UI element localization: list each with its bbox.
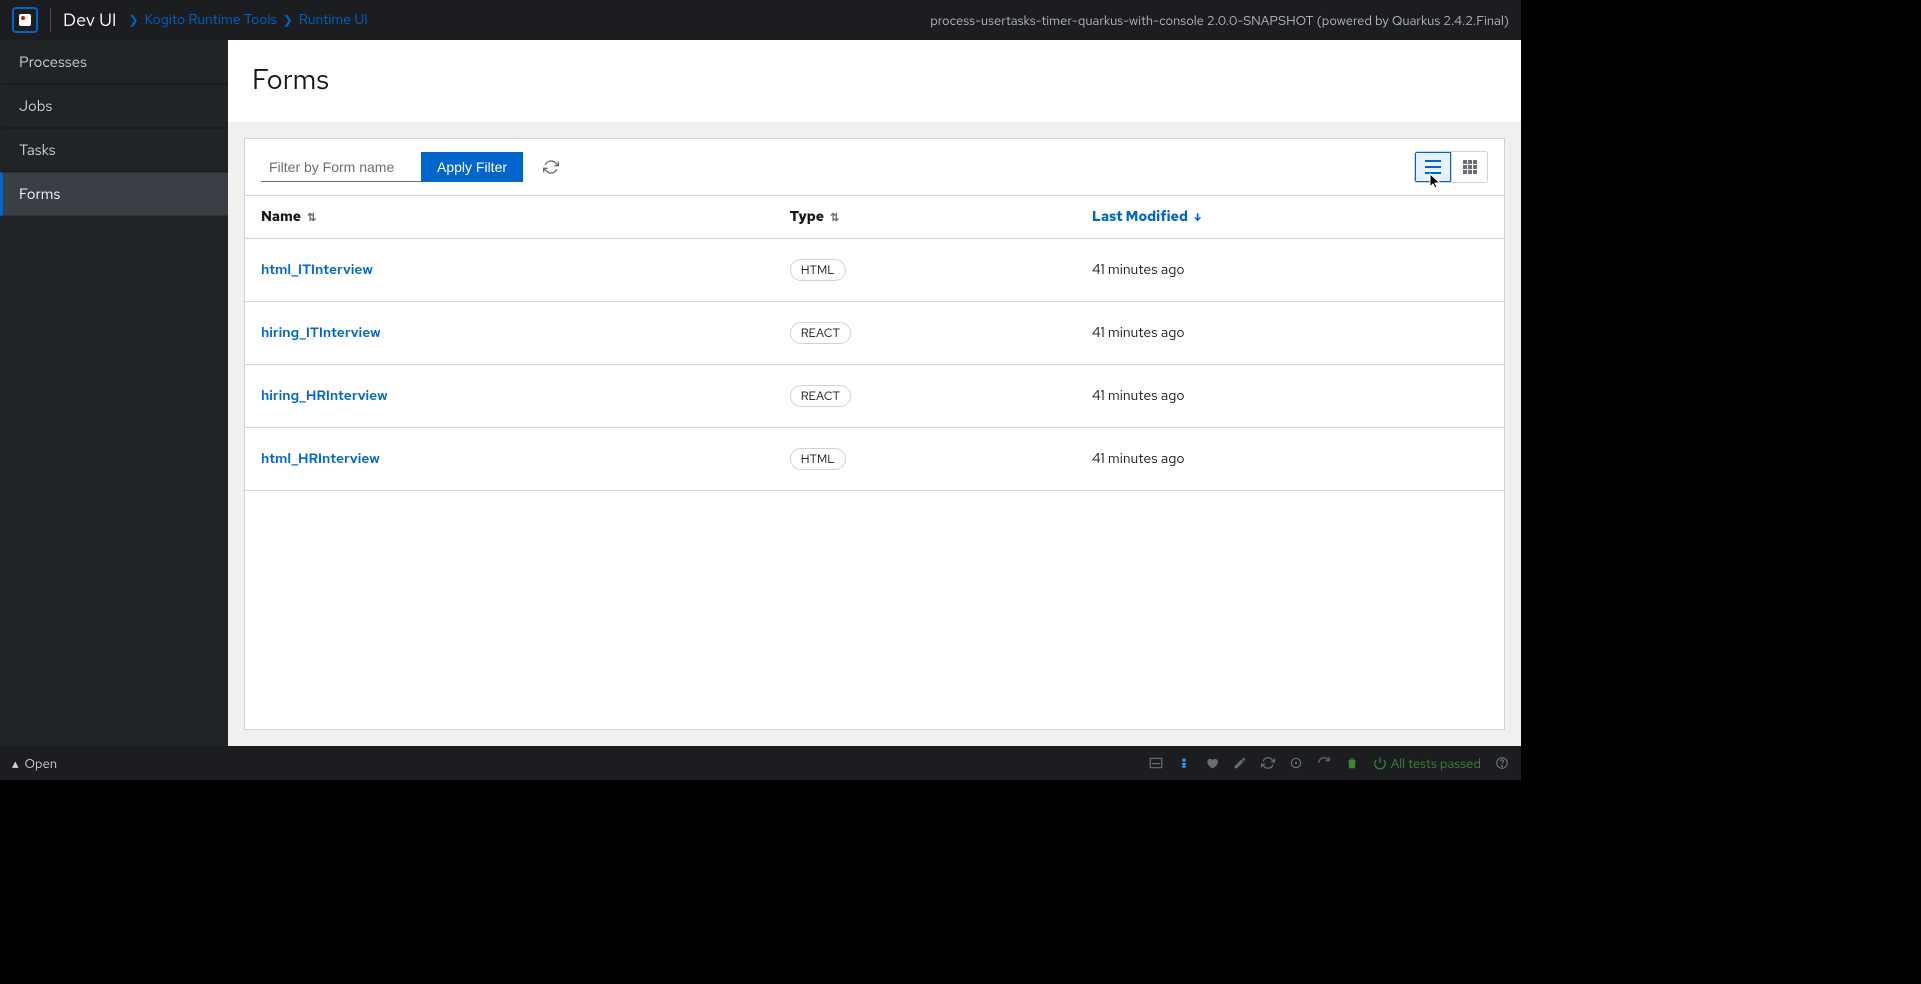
form-name-link[interactable]: html_ITInterview [261, 261, 373, 279]
breadcrumb: ❯ Kogito Runtime Tools ❯ Runtime UI [128, 11, 367, 29]
chevron-right-icon: ❯ [128, 12, 138, 28]
type-badge: HTML [790, 259, 846, 281]
brand-title: Dev UI [63, 9, 116, 32]
view-toggle [1414, 151, 1488, 183]
app-info: process-usertasks-timer-quarkus-with-con… [930, 12, 1509, 29]
filter-input[interactable] [261, 152, 421, 182]
sort-icon: ⇅ [307, 211, 316, 225]
table-row: html_ITInterview HTML 41 minutes ago [245, 239, 1504, 302]
divider [50, 8, 51, 32]
type-badge: REACT [790, 385, 851, 407]
grid-view-button[interactable] [1451, 152, 1487, 182]
person-icon[interactable] [1177, 756, 1191, 770]
sidebar-item-processes[interactable]: Processes [0, 40, 228, 84]
column-header-name[interactable]: Name⇅ [245, 196, 774, 239]
modified-cell: 41 minutes ago [1076, 428, 1504, 491]
sync-icon[interactable] [1261, 756, 1275, 770]
table-row: html_HRInterview HTML 41 minutes ago [245, 428, 1504, 491]
form-name-link[interactable]: html_HRInterview [261, 450, 380, 468]
form-name-link[interactable]: hiring_ITInterview [261, 324, 381, 342]
chevron-right-icon: ❯ [283, 12, 293, 28]
page-header: Forms [228, 40, 1521, 122]
sidebar-item-label: Processes [19, 52, 87, 72]
power-icon [1373, 756, 1387, 770]
refresh-button[interactable] [539, 155, 563, 179]
breadcrumb-link[interactable]: Kogito Runtime Tools [145, 11, 277, 29]
pencil-icon[interactable] [1233, 756, 1247, 770]
modified-cell: 41 minutes ago [1076, 365, 1504, 428]
target-icon[interactable] [1289, 756, 1303, 770]
form-name-link[interactable]: hiring_HRInterview [261, 387, 388, 405]
modified-cell: 41 minutes ago [1076, 239, 1504, 302]
heart-icon[interactable] [1205, 756, 1219, 770]
caret-up-icon: ▴ [12, 755, 19, 772]
main-content: Forms Apply Filter [228, 40, 1521, 746]
page-title: Forms [252, 60, 1497, 98]
table-row: hiring_ITInterview REACT 41 minutes ago [245, 302, 1504, 365]
forms-card: Apply Filter [244, 138, 1505, 730]
apply-filter-button[interactable]: Apply Filter [421, 152, 523, 182]
sidebar-item-forms[interactable]: Forms [0, 172, 228, 216]
forms-table: Name⇅ Type⇅ Last Modified↓ html_ITInterv… [245, 196, 1504, 491]
sidebar: Processes Jobs Tasks Forms [0, 40, 228, 746]
help-icon[interactable] [1495, 756, 1509, 770]
sidebar-item-tasks[interactable]: Tasks [0, 128, 228, 172]
open-label: Open [25, 755, 58, 772]
arrow-down-icon: ↓ [1194, 211, 1201, 225]
column-header-type[interactable]: Type⇅ [774, 196, 1076, 239]
open-panel-button[interactable]: ▴ Open [12, 755, 57, 772]
breadcrumb-link[interactable]: Runtime UI [299, 11, 368, 29]
tests-passed-label: All tests passed [1391, 755, 1481, 772]
top-header: Dev UI ❯ Kogito Runtime Tools ❯ Runtime … [0, 0, 1521, 40]
sort-icon: ⇅ [830, 211, 839, 225]
list-icon [1425, 160, 1441, 174]
status-bar: ▴ Open All tests passed [0, 746, 1521, 780]
sidebar-item-label: Tasks [19, 140, 56, 160]
table-row: hiring_HRInterview REACT 41 minutes ago [245, 365, 1504, 428]
sync-icon [543, 159, 559, 175]
type-badge: REACT [790, 322, 851, 344]
column-header-last-modified[interactable]: Last Modified↓ [1076, 196, 1504, 239]
modified-cell: 41 minutes ago [1076, 302, 1504, 365]
trash-icon[interactable] [1345, 756, 1359, 770]
quarkus-logo[interactable] [12, 7, 38, 33]
grid-icon [1463, 160, 1477, 174]
terminal-icon[interactable] [1149, 756, 1163, 770]
redo-icon[interactable] [1317, 756, 1331, 770]
sidebar-item-jobs[interactable]: Jobs [0, 84, 228, 128]
sidebar-item-label: Jobs [19, 96, 52, 116]
list-view-button[interactable] [1415, 152, 1451, 182]
sidebar-item-label: Forms [19, 184, 60, 204]
toolbar: Apply Filter [245, 139, 1504, 196]
type-badge: HTML [790, 448, 846, 470]
tests-passed-button[interactable]: All tests passed [1373, 755, 1481, 772]
